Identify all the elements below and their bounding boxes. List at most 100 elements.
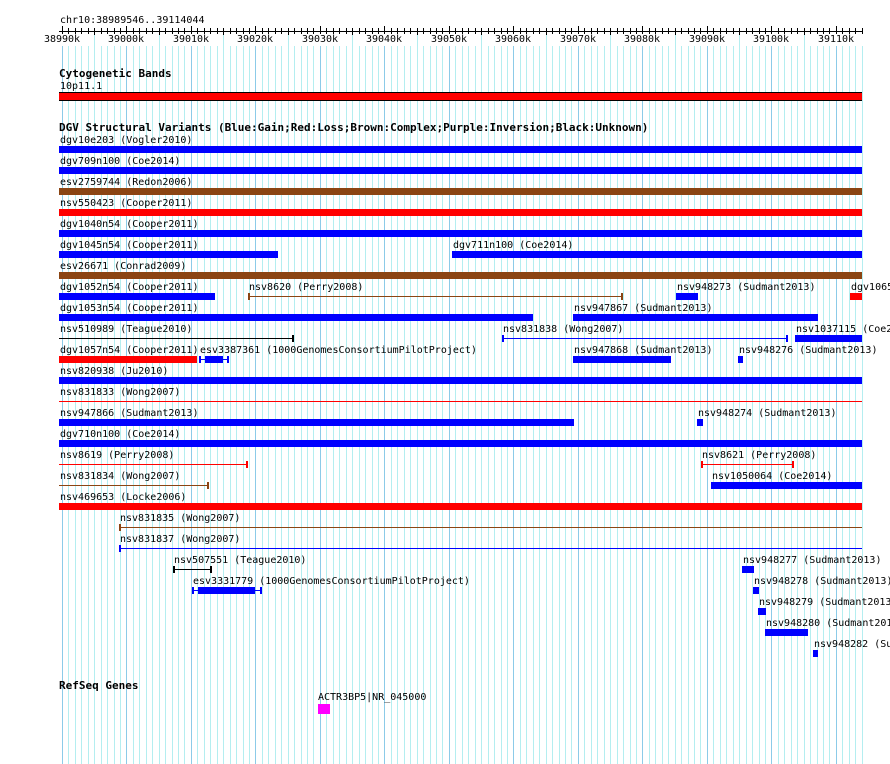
- minor-grid-line: [739, 35, 740, 764]
- minor-grid-line: [700, 35, 701, 764]
- minor-grid-line: [488, 35, 489, 764]
- sv-bar[interactable]: [59, 440, 862, 447]
- sv-bar[interactable]: [59, 356, 197, 363]
- minor-grid-line: [217, 35, 218, 764]
- sv-feature-label: nsv469653 (Locke2006): [60, 492, 187, 503]
- sv-line[interactable]: [173, 569, 212, 570]
- minor-grid-line: [713, 35, 714, 764]
- sv-feature-label: esv3387361 (1000GenomesConsortiumPilotPr…: [200, 345, 477, 356]
- sv-bar[interactable]: [59, 377, 862, 384]
- minor-grid-line: [668, 35, 669, 764]
- minor-grid-line: [688, 35, 689, 764]
- minor-tick: [804, 28, 805, 35]
- sv-end-cap: [119, 545, 121, 552]
- sv-bar[interactable]: [753, 587, 759, 594]
- sv-line[interactable]: [59, 464, 248, 465]
- sv-line[interactable]: [248, 296, 623, 297]
- sv-feature-label: nsv948277 (Sudmant2013): [743, 555, 882, 566]
- minor-grid-line: [565, 35, 566, 764]
- minor-grid-line: [733, 35, 734, 764]
- tick-label: 39040k: [354, 34, 414, 46]
- sv-bar[interactable]: [795, 335, 862, 342]
- minor-grid-line: [623, 35, 624, 764]
- ruler-axis: [59, 31, 862, 32]
- minor-grid-line: [765, 35, 766, 764]
- sv-line[interactable]: [59, 485, 209, 486]
- sv-feature-label: dgv711n100 (Coe2014): [453, 240, 574, 251]
- sv-feature-label: nsv947866 (Sudmant2013): [60, 408, 199, 419]
- cyto-band-label: 10p11.1: [60, 81, 103, 92]
- sv-bar[interactable]: [850, 293, 862, 300]
- minor-grid-line: [339, 35, 340, 764]
- sv-bar[interactable]: [711, 482, 862, 489]
- sv-thick-bar[interactable]: [198, 587, 255, 594]
- sv-bar[interactable]: [813, 650, 818, 657]
- major-grid-line: [255, 35, 256, 764]
- sv-feature-label: esv3331779 (1000GenomesConsortiumPilotPr…: [193, 576, 470, 587]
- sv-end-cap: [192, 587, 194, 594]
- sv-line[interactable]: [502, 338, 788, 339]
- sv-feature-label: nsv948274 (Sudmant2013): [698, 408, 837, 419]
- sv-feature-label: nsv948278 (Sudmant2013): [754, 576, 890, 587]
- sv-feature-label: dgv1045n54 (Cooper2011): [60, 240, 199, 251]
- sv-feature-label: nsv1050064 (Coe2014): [712, 471, 833, 482]
- minor-grid-line: [720, 35, 721, 764]
- sv-feature-label: nsv948273 (Sudmant2013): [677, 282, 816, 293]
- gene-exon[interactable]: [318, 704, 330, 714]
- sv-bar[interactable]: [765, 629, 808, 636]
- sv-bar[interactable]: [676, 293, 698, 300]
- sv-bar[interactable]: [59, 419, 574, 426]
- minor-grid-line: [533, 35, 534, 764]
- sv-bar[interactable]: [758, 608, 766, 615]
- sv-line[interactable]: [701, 464, 794, 465]
- sv-bar[interactable]: [59, 314, 533, 321]
- sv-bar[interactable]: [573, 356, 671, 363]
- minor-grid-line: [810, 35, 811, 764]
- sv-end-cap: [248, 293, 250, 300]
- cyto-band[interactable]: [59, 92, 862, 101]
- sv-bar[interactable]: [738, 356, 743, 363]
- sv-end-cap: [227, 356, 229, 363]
- major-grid-line: [513, 35, 514, 764]
- minor-grid-line: [352, 35, 353, 764]
- track-title-dgv: DGV Structural Variants (Blue:Gain;Red:L…: [59, 121, 649, 134]
- sv-bar[interactable]: [697, 419, 703, 426]
- sv-bar[interactable]: [59, 146, 862, 153]
- minor-grid-line: [791, 35, 792, 764]
- sv-bar[interactable]: [742, 566, 754, 573]
- minor-tick: [417, 28, 418, 35]
- sv-bar[interactable]: [59, 209, 862, 216]
- minor-grid-line: [442, 35, 443, 764]
- sv-bar[interactable]: [59, 251, 278, 258]
- sv-end-cap: [199, 356, 201, 363]
- minor-grid-line: [610, 35, 611, 764]
- sv-bar[interactable]: [452, 251, 862, 258]
- sv-line[interactable]: [59, 401, 862, 402]
- sv-feature-label: nsv831834 (Wong2007): [60, 471, 181, 482]
- minor-grid-line: [752, 35, 753, 764]
- minor-grid-line: [281, 35, 282, 764]
- sv-line[interactable]: [119, 527, 862, 528]
- sv-bar[interactable]: [59, 272, 862, 279]
- sv-bar[interactable]: [59, 293, 215, 300]
- sv-feature-label: dgv1052n54 (Cooper2011): [60, 282, 199, 293]
- sv-line[interactable]: [119, 548, 862, 549]
- sv-thick-bar[interactable]: [205, 356, 223, 363]
- sv-bar[interactable]: [59, 188, 862, 195]
- sv-end-cap: [207, 482, 209, 489]
- sv-end-cap: [701, 461, 703, 468]
- sv-end-cap: [210, 566, 212, 573]
- minor-grid-line: [468, 35, 469, 764]
- minor-grid-line: [617, 35, 618, 764]
- minor-grid-line: [475, 35, 476, 764]
- tick-label: 39020k: [225, 34, 285, 46]
- sv-bar[interactable]: [59, 230, 862, 237]
- minor-tick: [610, 28, 611, 35]
- minor-grid-line: [539, 35, 540, 764]
- sv-bar[interactable]: [573, 314, 818, 321]
- sv-line[interactable]: [59, 338, 294, 339]
- sv-bar[interactable]: [59, 503, 862, 510]
- sv-bar[interactable]: [59, 167, 862, 174]
- minor-grid-line: [829, 35, 830, 764]
- minor-grid-line: [223, 35, 224, 764]
